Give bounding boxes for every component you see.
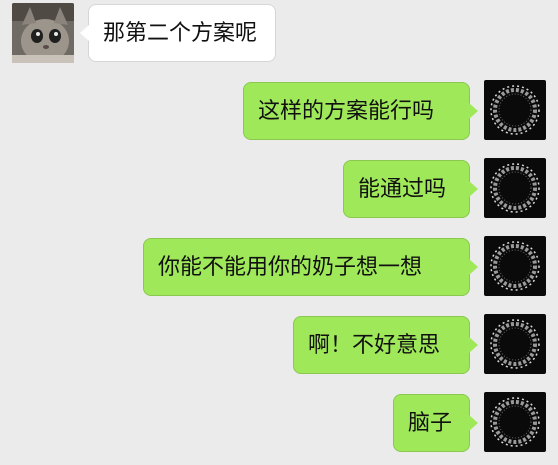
dark-wreath-avatar[interactable] [484, 158, 546, 218]
chat-thread: 那第二个方案呢 这样的方案能行吗 能通过吗 你能不能用你的奶子想一想 啊！不好意… [0, 0, 558, 465]
bubble-tail [469, 337, 478, 353]
bubble-tail [80, 25, 89, 41]
message-text: 那第二个方案呢 [103, 21, 258, 46]
bubble-tail [469, 415, 478, 431]
bubble-tail [469, 259, 478, 275]
dark-wreath-avatar[interactable] [484, 236, 546, 296]
message-text: 脑子 [408, 411, 453, 436]
outgoing-message-bubble[interactable]: 这样的方案能行吗 [243, 82, 478, 140]
outgoing-message-bubble[interactable]: 啊！不好意思 [293, 316, 478, 374]
cat-photo-avatar[interactable] [12, 3, 74, 63]
message-text: 这样的方案能行吗 [258, 99, 435, 124]
incoming-message-bubble[interactable]: 那第二个方案呢 [80, 4, 276, 62]
dark-wreath-avatar[interactable] [484, 314, 546, 374]
dark-wreath-avatar[interactable] [484, 80, 546, 140]
message-text: 你能不能用你的奶子想一想 [158, 255, 423, 280]
dark-wreath-avatar[interactable] [484, 392, 546, 452]
bubble-tail [469, 103, 478, 119]
outgoing-message-bubble[interactable]: 脑子 [393, 394, 478, 452]
outgoing-message-bubble[interactable]: 能通过吗 [343, 160, 478, 218]
message-text: 啊！不好意思 [308, 333, 441, 358]
message-text: 能通过吗 [358, 177, 447, 202]
bubble-tail [469, 181, 478, 197]
outgoing-message-bubble[interactable]: 你能不能用你的奶子想一想 [143, 238, 478, 296]
